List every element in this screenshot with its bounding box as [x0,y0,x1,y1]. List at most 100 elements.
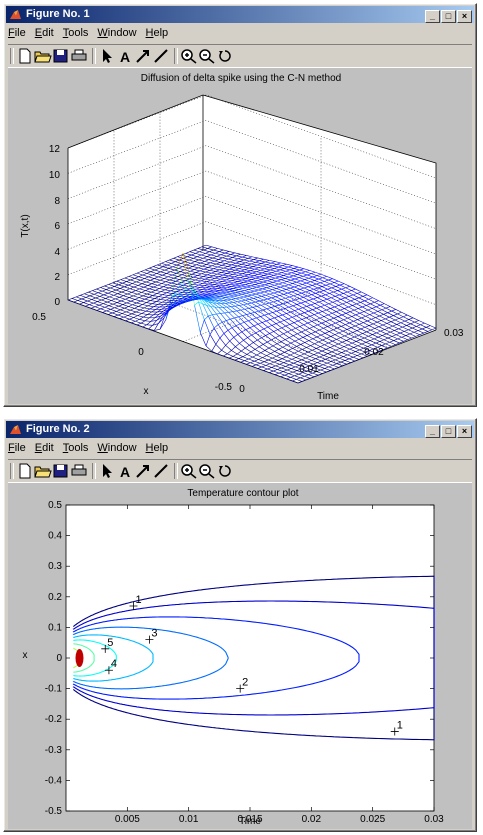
y-tick-label: -0.4 [45,775,63,786]
x-tick-label: 0.005 [115,814,140,825]
y-tick-label: -0.1 [45,684,63,695]
contour-label: 1 [135,594,141,606]
select-arrow-icon[interactable] [98,463,116,479]
matlab-logo-icon [10,10,21,19]
menu-help[interactable]: Help [146,25,169,42]
print-icon[interactable] [70,463,88,479]
z-tick-label: 4 [54,247,60,258]
figure2-plot-area: Temperature contour plot 1 3 5 4 2 1 0.5 0.4 0.… [8,483,472,829]
x-tick-label: 0.01 [179,814,199,825]
y-tick-label: 0.2 [48,592,62,603]
y-tick-label: 0.1 [48,622,62,633]
x-tick-label: 0.5 [32,312,46,323]
x-axis-label: x [144,386,149,397]
plot-title: Diffusion of delta spike using the C-N m… [141,73,341,84]
y-tick-label: 0 [56,653,62,664]
menu-edit[interactable]: Edit [35,440,54,457]
z-tick-label: 2 [54,272,60,283]
z-tick-label: 0 [54,297,60,308]
close-icon[interactable]: × [457,10,472,23]
plot-title: Temperature contour plot [187,488,298,499]
minimize-icon[interactable]: _ [425,425,440,438]
insert-arrow-icon[interactable] [134,48,152,64]
surface-plot: Diffusion of delta spike using the C-N m… [20,73,464,402]
select-arrow-icon[interactable] [98,48,116,64]
y-tick-label: -0.5 [45,806,63,817]
contour-label: 3 [151,628,157,640]
z-axis-label: T(x,t) [20,214,31,237]
figure2-menubar: File Edit Tools Window Help [8,440,177,457]
svg-text:A: A [120,464,130,479]
menu-tools[interactable]: Tools [63,25,89,42]
contour-label: 2 [242,677,248,689]
y-tick-label: 0.5 [48,500,62,511]
toolbar-separator [92,48,96,64]
figure2-title: Figure No. 2 [26,423,90,435]
save-icon[interactable] [52,463,70,479]
time-tick-label: 0.02 [364,347,384,358]
menu-help[interactable]: Help [146,440,169,457]
zoom-in-icon[interactable] [180,463,198,479]
svg-text:A: A [120,49,130,64]
minimize-icon[interactable]: _ [425,10,440,23]
y-tick-label: -0.3 [45,745,63,756]
toolbar-separator [174,463,178,479]
figure1-window: Figure No. 1 _ □ × File Edit Tools Window Help… [3,3,477,407]
figure1-toolbar: A [8,44,472,68]
z-tick-label: 8 [54,196,60,207]
contour-label: 4 [111,658,117,670]
rotate-3d-icon[interactable] [216,463,234,479]
figure2-window: Figure No. 2 _ □ × File Edit Tools Window Help… [3,418,477,832]
new-file-icon[interactable] [16,48,34,64]
save-icon[interactable] [52,48,70,64]
menu-window[interactable]: Window [97,25,136,42]
maximize-icon[interactable]: □ [441,425,456,438]
open-folder-icon[interactable] [34,48,52,64]
figure1-titlebar[interactable]: Figure No. 1 _ □ × [6,6,474,23]
insert-text-icon[interactable]: A [116,463,134,479]
zoom-out-icon[interactable] [198,48,216,64]
menu-file[interactable]: File [8,25,26,42]
rotate-3d-icon[interactable] [216,48,234,64]
print-icon[interactable] [70,48,88,64]
figure1-menubar: File Edit Tools Window Help [8,25,177,42]
maximize-icon[interactable]: □ [441,10,456,23]
menu-tools[interactable]: Tools [63,440,89,457]
y-tick-label: 0.3 [48,561,62,572]
toolbar-grip [10,48,14,64]
z-tick-label: 10 [49,170,61,181]
y-tick-label: -0.2 [45,714,63,725]
time-tick-label: 0.01 [299,364,319,375]
insert-text-icon[interactable]: A [116,48,134,64]
close-icon[interactable]: × [457,425,472,438]
zoom-out-icon[interactable] [198,463,216,479]
figure2-toolbar: A [8,459,472,483]
insert-line-icon[interactable] [152,463,170,479]
contour-label: 1 [397,719,403,731]
axes-background [65,504,435,812]
toolbar-separator [174,48,178,64]
figure1-title: Figure No. 1 [26,8,90,20]
contour-label: 5 [107,637,113,649]
menu-window[interactable]: Window [97,440,136,457]
x-tick-label: 0.025 [360,814,385,825]
new-file-icon[interactable] [16,463,34,479]
matlab-logo-icon [10,425,21,434]
menu-file[interactable]: File [8,440,26,457]
open-folder-icon[interactable] [34,463,52,479]
x-axis-label: Time [239,816,261,827]
x-tick-label: 0.02 [302,814,322,825]
menu-edit[interactable]: Edit [35,25,54,42]
figure1-plot-area: Diffusion of delta spike using the C-N m… [8,68,472,404]
toolbar-separator [92,463,96,479]
insert-line-icon[interactable] [152,48,170,64]
insert-arrow-icon[interactable] [134,463,152,479]
toolbar-grip [10,463,14,479]
zoom-in-icon[interactable] [180,48,198,64]
contour-plot: Temperature contour plot 1 3 5 4 2 1 0.5 0.4 0.… [23,488,445,827]
z-tick-label: 12 [49,144,61,155]
time-tick-label: 0 [239,384,245,395]
x-tick-label: 0 [138,347,144,358]
figure2-titlebar[interactable]: Figure No. 2 _ □ × [6,421,474,438]
contour-peak [75,649,84,667]
